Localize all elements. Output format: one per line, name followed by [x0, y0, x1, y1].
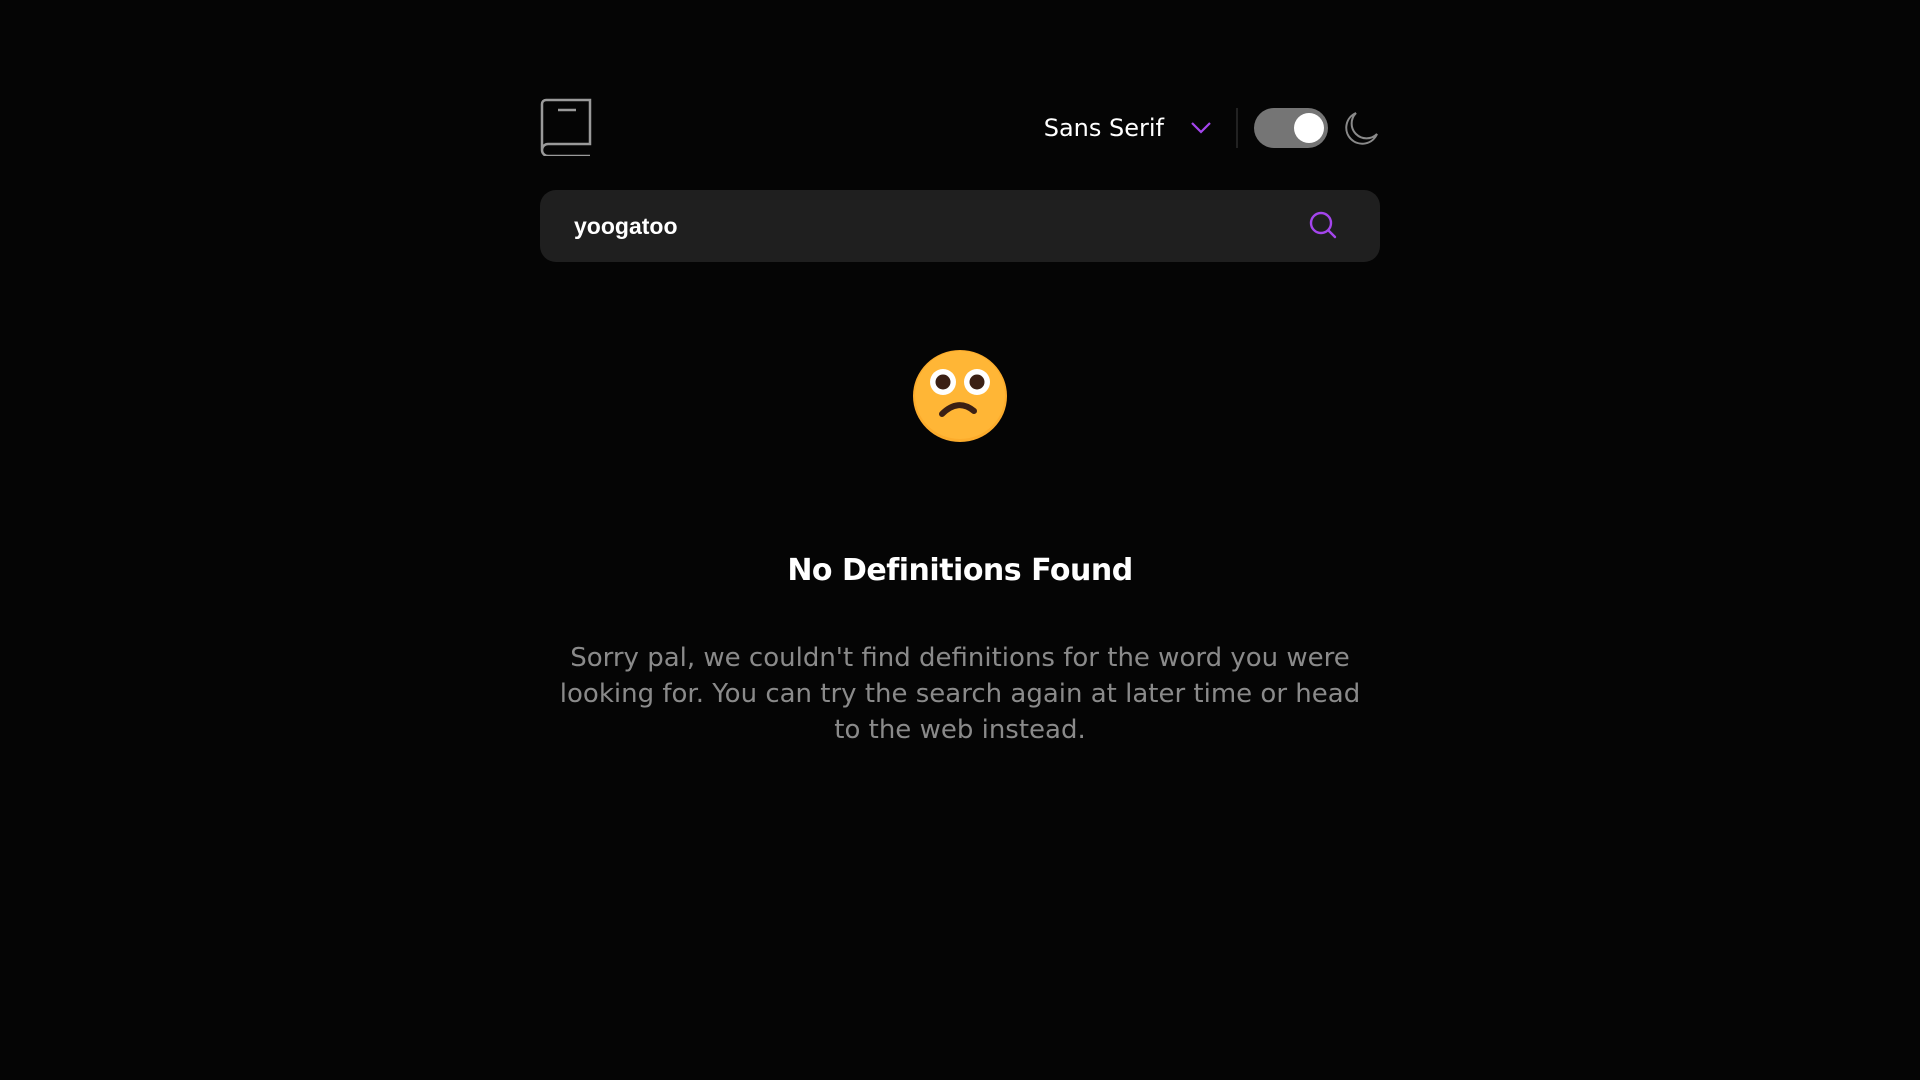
app: Sans Serif yoogatoo No Definitions Found… [0, 0, 1920, 1080]
main-container: Sans Serif yoogatoo No Definitions Found… [540, 98, 1380, 748]
empty-state: No Definitions Found Sorry pal, we could… [540, 348, 1380, 748]
moon-icon[interactable] [1342, 109, 1380, 147]
confused-face-emoji [913, 350, 1007, 442]
font-select[interactable]: Sans Serif [1044, 114, 1212, 142]
font-select-label: Sans Serif [1043, 114, 1164, 142]
chevron-down-icon [1191, 122, 1211, 134]
search-icon[interactable] [1308, 210, 1338, 240]
header: Sans Serif [540, 98, 1380, 158]
empty-state-message: Sorry pal, we couldn't find definitions … [559, 643, 1361, 745]
header-controls: Sans Serif [1044, 106, 1380, 150]
divider [1236, 108, 1238, 148]
theme-toggle[interactable] [1254, 108, 1328, 148]
search-bar [540, 190, 1380, 262]
empty-state-title: No Definitions Found [787, 553, 1133, 588]
search-input[interactable] [574, 190, 1274, 262]
toggle-knob [1294, 113, 1324, 143]
book-icon[interactable] [540, 98, 592, 156]
